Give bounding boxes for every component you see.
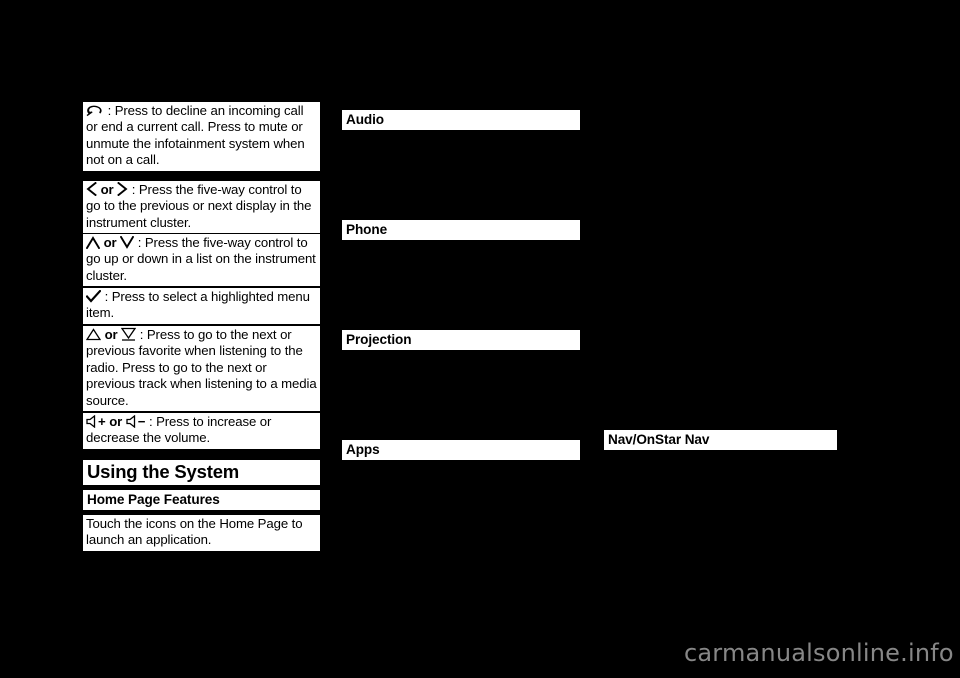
chevron-right-icon [117, 182, 128, 196]
heading-apps: Apps [342, 440, 580, 460]
entry-volume: + or − : Press to increase or decrease t… [83, 413, 320, 449]
entry-five-way-up-down: or : Press the five-way control to go up… [83, 234, 320, 287]
manual-page: : Press to decline an incoming call or e… [0, 0, 960, 678]
speaker-icon [86, 415, 98, 428]
chevron-up-icon [86, 236, 100, 249]
chevron-left-icon [86, 182, 97, 196]
entry-five-way-left-right: or : Press the five-way control to go to… [83, 181, 320, 234]
heading-phone: Phone [342, 220, 580, 240]
triangle-down-underline-icon [121, 327, 137, 341]
chevron-down-icon [120, 236, 135, 249]
entry-select-menu-item: : Press to select a highlighted menu ite… [83, 288, 320, 324]
speaker-icon [126, 415, 138, 428]
entry-decline-call: : Press to decline an incoming call or e… [83, 102, 320, 171]
heading-projection: Projection [342, 330, 580, 350]
heading-using-the-system: Using the System [83, 460, 320, 485]
conjunction-or: or [103, 235, 117, 250]
home-page-body-paragraph: Touch the icons on the Home Page to laun… [86, 516, 303, 548]
phone-decline-icon [86, 104, 104, 117]
heading-home-page-features: Home Page Features [83, 490, 320, 510]
conjunction-or: or [100, 182, 114, 197]
conjunction-or: or [104, 327, 118, 342]
triangle-up-icon [86, 328, 101, 341]
volume-plus-sign: + [98, 414, 106, 429]
entry-seek-favorite: or : Press to go to the next or previous… [83, 326, 320, 412]
home-page-body-text: Touch the icons on the Home Page to laun… [83, 515, 320, 551]
entry-check-text: : Press to select a highlighted menu ite… [86, 289, 310, 321]
site-watermark: carmanualsonline.info [684, 639, 954, 667]
heading-nav-onstar-nav: Nav/OnStar Nav [604, 430, 837, 450]
checkmark-icon [86, 290, 101, 303]
heading-audio: Audio [342, 110, 580, 130]
entry-decline-text: : Press to decline an incoming call or e… [86, 103, 305, 168]
conjunction-or: or [109, 414, 123, 429]
